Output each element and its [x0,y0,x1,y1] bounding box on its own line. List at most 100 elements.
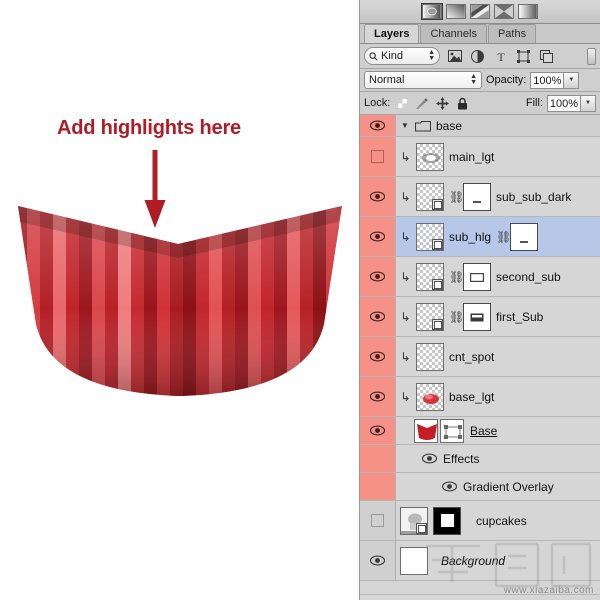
layer-row-first-sub[interactable]: ↳ ⛓ first_Sub [360,297,600,337]
clipping-mask-icon: ↳ [400,191,411,203]
layer-name: base_lgt [449,390,494,404]
effects-label: Effects [443,452,479,466]
visibility-toggle[interactable] [360,217,396,256]
link-mask-icon[interactable]: ⛓ [496,231,505,243]
filter-smart-object-icon[interactable] [538,48,555,65]
layer-name: sub_hlg [449,230,491,244]
layer-thumbnail[interactable] [416,303,444,331]
visibility-toggle[interactable] [360,377,396,416]
eye-icon [370,120,385,131]
layer-thumbnail[interactable] [416,263,444,291]
gradient-options-bar [360,0,600,24]
layer-effects-header[interactable]: Effects [360,445,600,473]
layer-row-main-lgt[interactable]: ↳ main_lgt [360,137,600,177]
layer-thumbnail[interactable] [416,223,444,251]
visibility-toggle[interactable] [360,257,396,296]
radial-gradient-icon[interactable] [446,4,466,19]
visibility-toggle[interactable] [360,337,396,376]
tab-channels[interactable]: Channels [420,24,486,43]
layer-thumbnail[interactable] [416,183,444,211]
layer-name: base [436,119,462,133]
layer-mask-thumbnail[interactable] [463,263,491,291]
filter-kind-select[interactable]: Kind ▲▼ [364,47,440,65]
layer-mask-thumbnail[interactable] [510,223,538,251]
filter-pixel-icon[interactable] [446,48,463,65]
layer-thumbnail[interactable] [400,507,428,535]
layer-row-sub-sub-dark[interactable]: ↳ ⛓ sub_sub_dark [360,177,600,217]
tab-paths[interactable]: Paths [488,24,536,43]
visibility-toggle[interactable] [360,501,396,540]
layer-row-sub-hlg[interactable]: ↳ sub_hlg ⛓ [360,217,600,257]
layer-row-second-sub[interactable]: ↳ ⛓ second_sub [360,257,600,297]
layer-effect-gradient-overlay[interactable]: Gradient Overlay [360,473,600,501]
link-mask-icon[interactable]: ⛓ [449,191,458,203]
smart-object-badge-icon [416,523,427,534]
effect-visibility-toggle[interactable] [360,473,396,500]
vector-mask-thumbnail[interactable] [440,419,464,443]
visibility-toggle[interactable] [360,137,396,176]
filter-adjustment-icon[interactable] [469,48,486,65]
clipping-mask-icon: ↳ [400,311,411,323]
layer-mask-thumbnail[interactable] [463,183,491,211]
layers-panel: Layers Channels Paths Kind ▲▼ T [360,0,600,600]
layer-thumbnail[interactable] [414,419,438,443]
layer-row-cupcakes[interactable]: cupcakes [360,501,600,541]
visibility-toggle[interactable] [360,115,396,136]
effects-visibility-toggle[interactable] [360,445,396,472]
fill-label: Fill: [526,97,543,109]
smart-object-badge-icon [432,319,443,330]
folder-icon [415,120,431,132]
visibility-toggle[interactable] [360,541,396,580]
layer-name: main_lgt [449,150,494,164]
tab-layers[interactable]: Layers [364,24,419,43]
layer-list[interactable]: ▼ base ↳ main_lgt [360,115,600,600]
layer-thumbnail[interactable] [416,343,444,371]
opacity-input[interactable]: 100% [530,72,564,89]
reflected-gradient-icon[interactable] [494,4,514,19]
svg-text:T: T [497,50,505,63]
visibility-toggle[interactable] [360,177,396,216]
layer-mask-thumbnail[interactable] [463,303,491,331]
eye-icon [370,555,385,566]
link-mask-icon[interactable]: ⛓ [449,311,458,323]
fill-input[interactable]: 100% [547,95,581,112]
layer-mask-thumbnail[interactable] [433,507,461,535]
filter-kind-label: Kind [381,50,403,62]
layer-thumbnail[interactable] [416,143,444,171]
blend-mode-select[interactable]: Normal ▲▼ [364,71,482,89]
lock-all-icon[interactable] [454,95,470,111]
layer-thumbnail[interactable] [400,547,428,575]
layer-row-base-lgt[interactable]: ↳ base_lgt [360,377,600,417]
eye-icon [370,311,385,322]
filter-type-icon[interactable]: T [492,48,509,65]
filter-enable-toggle[interactable] [587,48,596,65]
eye-off-icon [371,514,384,527]
layer-row-base-group[interactable]: ▼ base [360,115,600,137]
layer-name: first_Sub [496,310,543,324]
layer-thumbnail[interactable] [416,383,444,411]
blend-mode-value: Normal [369,74,404,86]
layer-row-background[interactable]: Background [360,541,600,581]
group-disclosure-caret[interactable]: ▼ [400,121,410,130]
layer-row-base-shape[interactable]: Base [360,417,600,445]
annotation-text: Add highlights here [57,117,241,140]
lock-position-icon[interactable] [434,95,450,111]
filter-shape-icon[interactable] [515,48,532,65]
eye-icon [370,231,385,242]
lock-image-pixels-icon[interactable] [414,95,430,111]
opacity-dropdown-arrow[interactable]: ▼ [564,72,579,89]
eye-icon[interactable] [422,453,437,464]
document-canvas[interactable]: Add highlights here [0,0,360,600]
lock-transparent-pixels-icon[interactable] [394,95,410,111]
visibility-toggle[interactable] [360,297,396,336]
angle-gradient-icon[interactable] [470,4,490,19]
eye-icon[interactable] [442,481,457,492]
clipping-mask-icon: ↳ [400,391,411,403]
diamond-gradient-icon[interactable] [518,4,538,19]
linear-gradient-icon[interactable] [422,4,442,19]
visibility-toggle[interactable] [360,417,396,444]
layer-row-cnt-spot[interactable]: ↳ cnt_spot [360,337,600,377]
eye-off-icon [371,150,384,163]
link-mask-icon[interactable]: ⛓ [449,271,458,283]
fill-dropdown-arrow[interactable]: ▼ [581,95,596,112]
